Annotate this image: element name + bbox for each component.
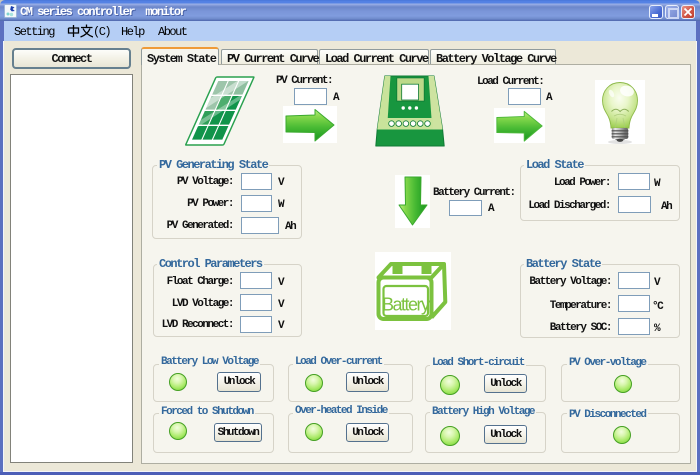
svg-text:Battery: Battery	[382, 295, 430, 315]
